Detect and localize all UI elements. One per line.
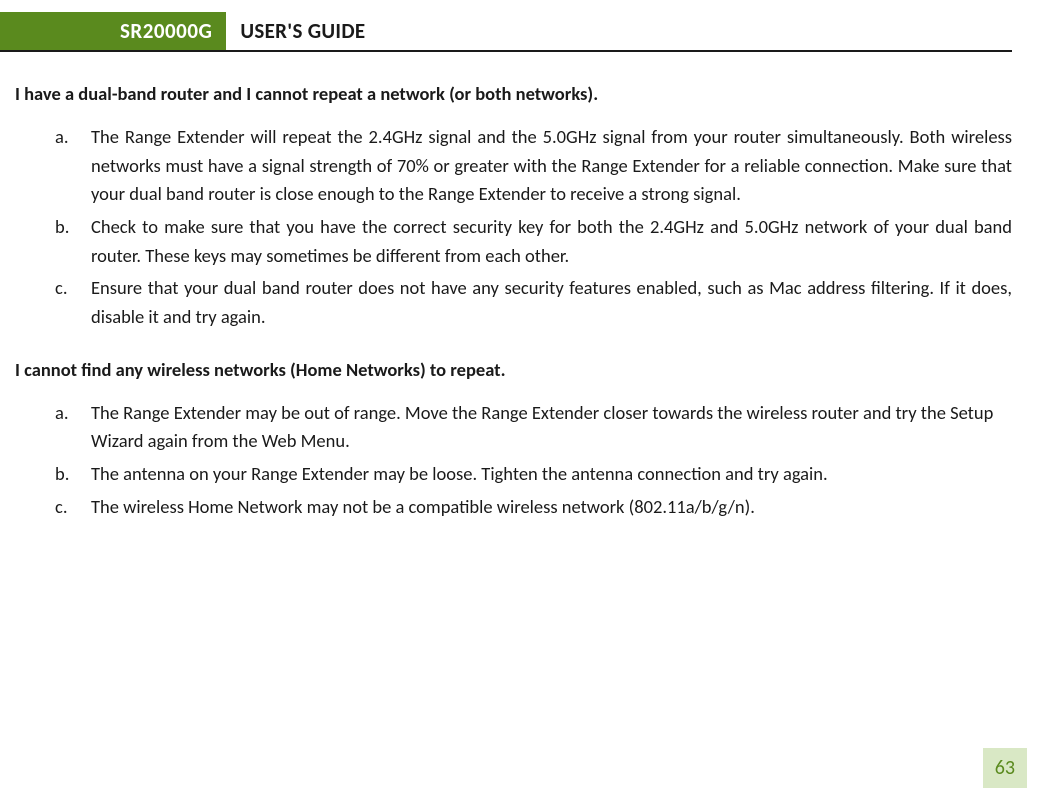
list-text: The antenna on your Range Extender may b… [91,460,1012,489]
list-text: The Range Extender will repeat the 2.4GH… [91,123,1012,209]
list-text: The Range Extender may be out of range. … [91,399,1012,456]
troubleshoot-list: a. The Range Extender may be out of rang… [15,399,1012,522]
list-marker: a. [55,399,91,456]
section-heading: I cannot find any wireless networks (Hom… [15,358,1012,381]
section-heading: I have a dual-band router and I cannot r… [15,82,1012,105]
list-text: The wireless Home Network may not be a c… [91,493,1012,522]
page-header: SR20000G USER'S GUIDE [0,12,1012,52]
list-text: Check to make sure that you have the cor… [91,213,1012,270]
troubleshoot-list: a. The Range Extender will repeat the 2.… [15,123,1012,332]
list-item: b. Check to make sure that you have the … [55,213,1012,270]
document-title: USER'S GUIDE [226,18,365,44]
list-item: a. The Range Extender will repeat the 2.… [55,123,1012,209]
list-item: c. The wireless Home Network may not be … [55,493,1012,522]
list-marker: c. [55,274,91,331]
list-marker: b. [55,213,91,270]
page-content: I have a dual-band router and I cannot r… [0,52,1042,521]
list-text: Ensure that your dual band router does n… [91,274,1012,331]
list-item: b. The antenna on your Range Extender ma… [55,460,1012,489]
list-marker: a. [55,123,91,209]
product-model-badge: SR20000G [0,12,226,50]
list-item: a. The Range Extender may be out of rang… [55,399,1012,456]
list-item: c. Ensure that your dual band router doe… [55,274,1012,331]
list-marker: c. [55,493,91,522]
page-number: 63 [983,748,1027,788]
list-marker: b. [55,460,91,489]
